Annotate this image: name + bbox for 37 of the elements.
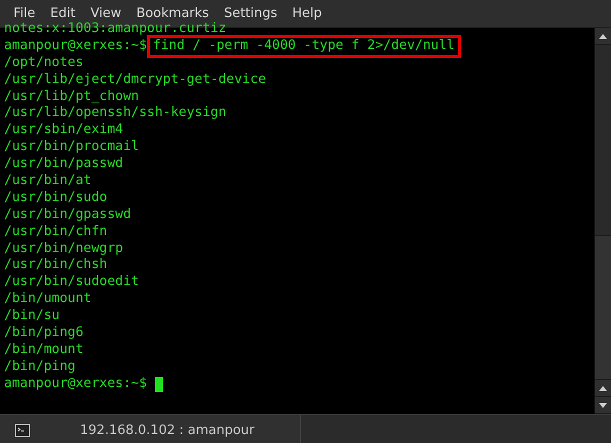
output-line: /usr/lib/pt_chown (4, 88, 139, 106)
scrollbar[interactable] (594, 28, 611, 414)
output-line: /usr/bin/sudoedit (4, 274, 139, 292)
terminal-icon (15, 424, 30, 436)
up-arrow-icon[interactable] (599, 34, 607, 38)
output-line: /usr/sbin/exim4 (4, 122, 124, 140)
command-text: find / -perm -4000 -type f 2>/dev/null (148, 36, 459, 56)
menu-item[interactable]: View (82, 6, 129, 21)
output-line: /usr/bin/passwd (4, 156, 124, 174)
menu-item[interactable]: Bookmarks (128, 6, 216, 21)
up-arrow-icon[interactable] (599, 386, 607, 390)
scrollbar-thumb[interactable] (595, 235, 611, 379)
menu-item[interactable]: File (6, 6, 43, 21)
output-line: /usr/bin/chfn (4, 224, 108, 241)
menu-item[interactable]: Help (284, 6, 330, 21)
down-arrow-icon[interactable] (599, 402, 607, 408)
output-line: /usr/lib/openssh/ssh-keysign (4, 105, 226, 122)
output-line: /usr/bin/at (4, 173, 92, 190)
output-line: /usr/bin/newgrp (4, 240, 124, 258)
output-line: /bin/su (4, 308, 60, 326)
output-line: /usr/lib/eject/dmcrypt-get-device (4, 72, 266, 89)
shell-prompt: amanpour@xerxes:~$ (4, 38, 147, 55)
output-line: /usr/bin/procmail (4, 139, 139, 156)
output-line: /usr/bin/sudo (4, 190, 108, 207)
terminal-tab[interactable]: 192.168.0.102 : amanpour (0, 415, 301, 443)
output-line: /bin/ping6 (4, 325, 84, 342)
menu-item[interactable]: Edit (42, 6, 83, 21)
shell-prompt: amanpour@xerxes:~$ (4, 376, 147, 393)
output-line: /bin/mount (4, 342, 84, 359)
output-line: /bin/ping (4, 358, 76, 376)
output-line: notes:x:1003:amanpour.curtiz (4, 21, 226, 38)
menu-item[interactable]: Settings (216, 6, 285, 21)
output-line: /usr/bin/chsh (4, 257, 108, 274)
output-line: /opt/notes (4, 54, 84, 72)
output-line: /bin/umount (4, 291, 92, 308)
output-line: /usr/bin/gpasswd (4, 206, 132, 224)
text-cursor (154, 376, 163, 392)
